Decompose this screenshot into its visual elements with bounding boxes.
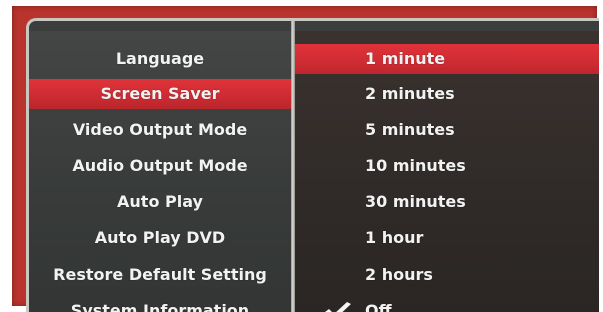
option-label: 30 minutes <box>365 192 466 211</box>
menu-item-auto-play[interactable]: Auto Play <box>29 187 291 217</box>
menu-item-video-output-mode[interactable]: Video Output Mode <box>29 115 291 145</box>
menu-item-system-information[interactable]: System Information <box>29 296 291 312</box>
option-label: 10 minutes <box>365 156 466 175</box>
menu-item-restore-default-setting[interactable]: Restore Default Setting <box>29 260 291 290</box>
option-label: Off <box>365 301 392 312</box>
option-label: 1 minute <box>365 49 446 68</box>
menu-item-auto-play-dvd[interactable]: Auto Play DVD <box>29 223 291 253</box>
option-10-minutes[interactable]: 10 minutes <box>295 151 599 181</box>
option-2-hours[interactable]: 2 hours <box>295 260 599 290</box>
menu-item-screen-saver[interactable]: Screen Saver <box>29 79 291 109</box>
option-label: 1 hour <box>365 228 424 247</box>
option-label: 5 minutes <box>365 120 455 139</box>
option-label: 2 minutes <box>365 84 455 103</box>
checkmark-icon <box>325 302 351 312</box>
menu-item-audio-output-mode[interactable]: Audio Output Mode <box>29 151 291 181</box>
option-off[interactable]: Off <box>295 296 599 312</box>
option-2-minutes[interactable]: 2 minutes <box>295 79 599 109</box>
option-label: 2 hours <box>365 265 433 284</box>
menu-item-language[interactable]: Language <box>29 44 291 74</box>
option-30-minutes[interactable]: 30 minutes <box>295 187 599 217</box>
option-1-hour[interactable]: 1 hour <box>295 223 599 253</box>
option-5-minutes[interactable]: 5 minutes <box>295 115 599 145</box>
settings-panel: Language Screen Saver Video Output Mode … <box>26 18 599 312</box>
settings-menu: Language Screen Saver Video Output Mode … <box>29 31 291 312</box>
option-1-minute[interactable]: 1 minute <box>295 44 599 74</box>
screen-saver-options: 1 minute 2 minutes 5 minutes 10 minutes … <box>295 31 599 312</box>
